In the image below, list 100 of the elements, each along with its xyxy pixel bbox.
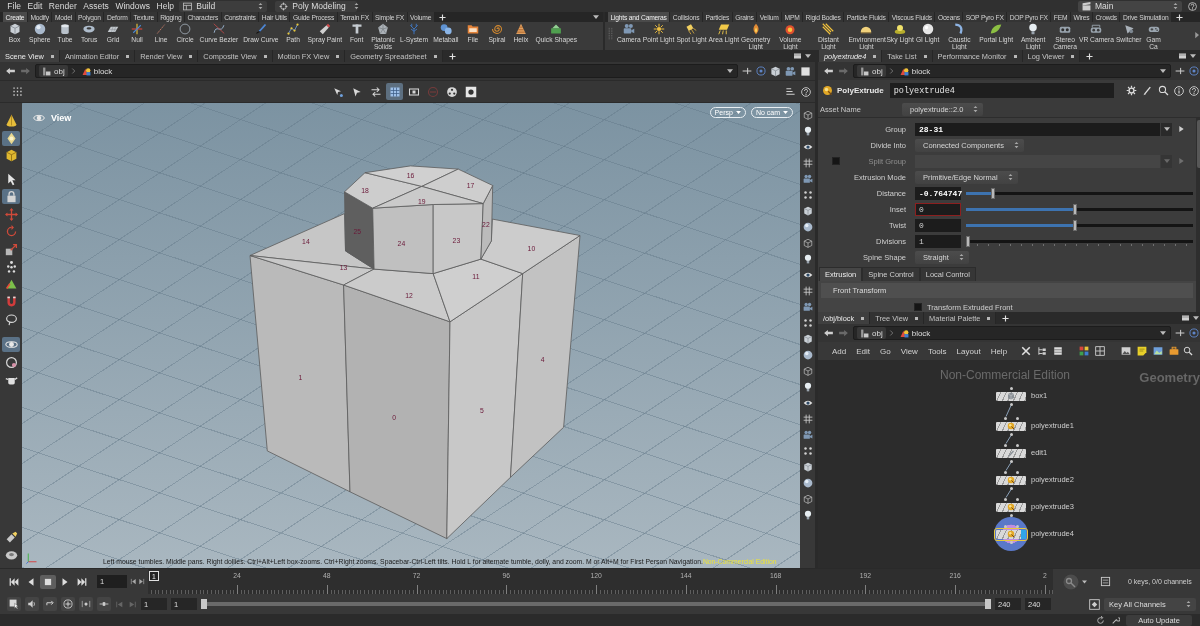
network-node[interactable] (994, 416, 1028, 436)
grid-icon[interactable] (802, 158, 813, 168)
brush-icon[interactable] (1142, 85, 1153, 96)
caret-icon[interactable] (805, 54, 811, 58)
help-icon[interactable] (1189, 85, 1199, 96)
camera-icon[interactable] (802, 174, 813, 184)
group-field[interactable]: 28-31 (915, 122, 1160, 136)
value-field[interactable]: 0 (915, 202, 961, 216)
caret-icon[interactable] (1160, 331, 1166, 335)
target-icon[interactable] (756, 66, 766, 76)
info-icon[interactable] (1174, 85, 1184, 96)
cube-icon[interactable] (802, 206, 813, 216)
ball-icon[interactable] (822, 85, 833, 96)
camera-icon[interactable] (802, 430, 813, 440)
pin-icon[interactable] (742, 66, 752, 76)
back-arrow-icon[interactable] (5, 66, 16, 76)
caret-icon[interactable] (727, 69, 733, 73)
keyframes-button[interactable] (79, 597, 93, 611)
refresh-icon[interactable] (1096, 615, 1105, 625)
color-palette-icon[interactable] (1079, 346, 1090, 356)
cube-icon[interactable] (802, 334, 813, 344)
value-field[interactable]: 1 (915, 234, 961, 248)
grip-icon[interactable] (608, 27, 613, 41)
sphere-icon[interactable] (802, 222, 813, 232)
picture-icon[interactable] (1153, 346, 1164, 356)
menu-item[interactable]: View (896, 346, 922, 356)
menu-item[interactable]: Tools (923, 346, 951, 356)
network-node[interactable] (994, 524, 1028, 544)
network-node[interactable] (994, 497, 1028, 517)
stop-button[interactable] (40, 574, 56, 589)
back-arrow-icon[interactable] (823, 328, 834, 338)
search-icon[interactable] (1158, 85, 1169, 96)
slider-handle[interactable] (1073, 203, 1078, 215)
light-bulb-icon[interactable] (802, 126, 813, 136)
cube-icon[interactable] (770, 65, 781, 77)
grid-icon[interactable] (802, 414, 813, 424)
menu-item[interactable]: Windows (112, 1, 154, 11)
wireframe-cube-icon[interactable] (802, 238, 813, 248)
plus-circle-button[interactable] (61, 597, 75, 611)
add-tab-icon[interactable] (1086, 52, 1094, 60)
add-tab-icon[interactable] (1002, 314, 1010, 322)
dots-icon[interactable] (802, 190, 813, 200)
list-icon[interactable] (1053, 346, 1064, 356)
help-icon[interactable] (1188, 1, 1197, 11)
grid-icon[interactable] (1095, 346, 1106, 356)
cursor-frame-button[interactable] (7, 597, 21, 611)
path-segment[interactable]: block (896, 65, 934, 77)
range-handle[interactable] (201, 599, 207, 609)
camera-icon[interactable] (802, 302, 813, 312)
value-field[interactable]: -0.764747 (915, 186, 961, 200)
menu-item[interactable]: Add (828, 346, 851, 356)
wireframe-cube-icon[interactable] (802, 110, 813, 120)
target-icon[interactable] (1189, 328, 1199, 338)
light-bulb-icon[interactable] (802, 510, 813, 520)
sphere-icon[interactable] (802, 478, 813, 488)
context-menu[interactable]: Main (1078, 0, 1182, 12)
menu-item[interactable]: Layout (952, 346, 985, 356)
audio-button[interactable] (25, 597, 39, 611)
caret-icon[interactable] (1082, 579, 1087, 584)
dots-icon[interactable] (802, 318, 813, 328)
sticky-note-icon[interactable] (1137, 346, 1148, 356)
slider-handle[interactable] (990, 187, 995, 199)
caret-icon[interactable] (593, 15, 599, 19)
search-icon[interactable] (1183, 346, 1194, 356)
value-field[interactable]: 0 (915, 218, 961, 232)
cube-icon[interactable] (802, 462, 813, 472)
hook-icon[interactable] (1111, 615, 1120, 625)
light-bulb-icon[interactable] (802, 382, 813, 392)
wireframe-cube-icon[interactable] (802, 366, 813, 376)
menu-item[interactable]: Help (153, 1, 178, 11)
eye-icon[interactable] (802, 398, 813, 408)
eye-icon[interactable] (802, 142, 813, 152)
x-icon[interactable] (1021, 346, 1032, 356)
pane-layout-icon[interactable] (1181, 314, 1190, 322)
path-segment[interactable]: block (78, 65, 116, 77)
slider-handle[interactable] (966, 235, 970, 247)
menu-item[interactable]: Help (986, 346, 1012, 356)
square-icon[interactable] (800, 65, 811, 77)
add-tab-icon[interactable] (438, 13, 446, 21)
back-arrow-icon[interactable] (823, 66, 834, 76)
menu-item[interactable]: Edit (24, 1, 46, 11)
sphere-icon[interactable] (802, 350, 813, 360)
path-segment[interactable]: obj (857, 327, 886, 339)
range-handle[interactable] (985, 599, 991, 609)
slider-handle[interactable] (1073, 219, 1078, 231)
briefcase-icon[interactable] (1169, 346, 1180, 356)
network-node[interactable] (994, 443, 1028, 463)
slider-button[interactable] (97, 597, 111, 611)
menu-item[interactable]: Render (45, 1, 81, 11)
grid-icon[interactable] (802, 286, 813, 296)
caret-icon[interactable] (1160, 69, 1166, 73)
target-icon[interactable] (1189, 66, 1199, 76)
image-icon[interactable] (1121, 346, 1132, 356)
caret-icon[interactable] (1193, 316, 1199, 320)
gear-icon[interactable] (1126, 85, 1137, 96)
bent-arrow-button[interactable] (43, 597, 57, 611)
wireframe-cube-icon[interactable] (802, 494, 813, 504)
help-icon[interactable] (801, 86, 811, 97)
menu-item[interactable]: Edit (852, 346, 875, 356)
add-tab-icon[interactable] (448, 52, 456, 60)
